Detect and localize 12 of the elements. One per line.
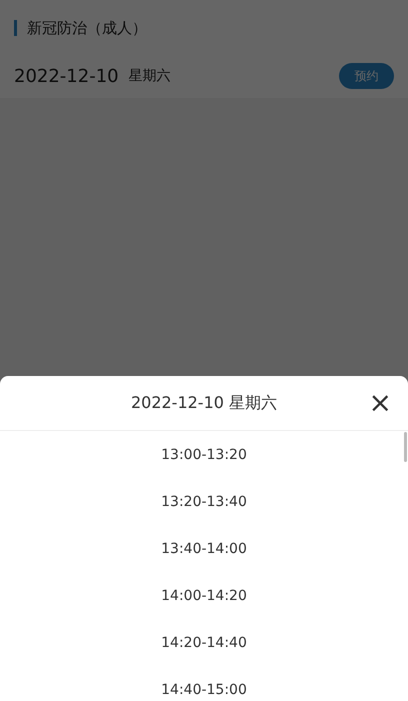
scrollbar — [404, 432, 407, 462]
time-slot[interactable]: 13:40-14:00 — [6, 525, 402, 572]
time-slot[interactable]: 14:20-14:40 — [6, 619, 402, 666]
section-title: 新冠防治（成人） — [27, 18, 147, 38]
time-slot[interactable]: 13:00-13:20 — [6, 431, 402, 478]
sheet-title: 2022-12-10 星期六 — [130, 392, 278, 414]
time-slot[interactable]: 14:00-14:20 — [6, 572, 402, 619]
close-button[interactable]: × — [364, 389, 396, 417]
time-slot[interactable]: 13:20-13:40 — [6, 478, 402, 525]
time-slot[interactable]: 14:40-15:00 — [6, 666, 402, 701]
date-text: 2022-12-10 — [14, 66, 119, 86]
weekday-text: 星期六 — [128, 67, 172, 85]
